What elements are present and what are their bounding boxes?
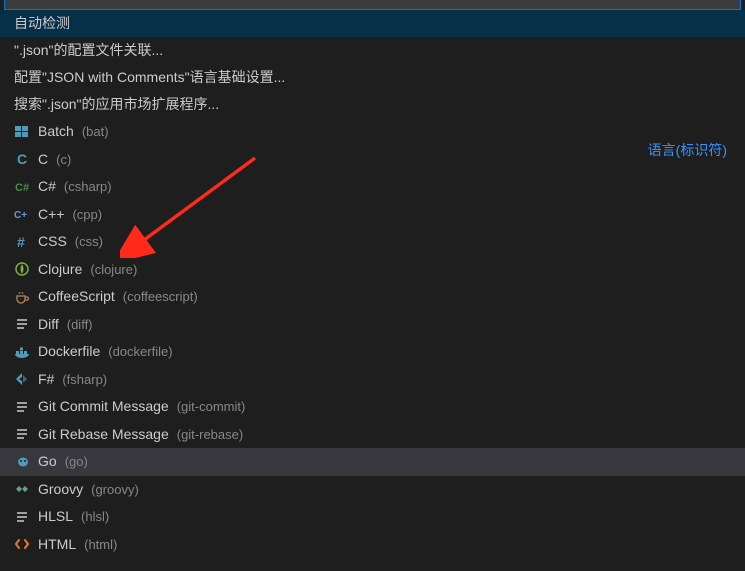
language-id: (diff) — [67, 311, 93, 339]
language-item-git-rebase[interactable]: Git Rebase Message (git-rebase) — [0, 421, 745, 449]
coffee-icon — [14, 289, 30, 305]
lines-icon — [14, 316, 30, 332]
docker-icon — [14, 344, 30, 360]
menu-label: 配置"JSON with Comments"语言基础设置... — [14, 69, 285, 85]
language-id: (dockerfile) — [108, 338, 172, 366]
language-name: CoffeeScript — [38, 283, 115, 311]
language-name: Clojure — [38, 256, 82, 284]
header-language-label: 语言(标识符) — [648, 140, 727, 160]
language-item-coffeescript[interactable]: CoffeeScript (coffeescript) — [0, 283, 745, 311]
language-item-css[interactable]: # CSS (css) — [0, 228, 745, 256]
svg-text:#: # — [17, 234, 25, 250]
language-item-hlsl[interactable]: HLSL (hlsl) — [0, 503, 745, 531]
svg-text:C#: C# — [15, 182, 29, 194]
language-name: Batch — [38, 118, 74, 146]
language-item-fsharp[interactable]: F# (fsharp) — [0, 366, 745, 394]
language-id: (coffeescript) — [123, 283, 198, 311]
language-id: (html) — [84, 531, 117, 559]
language-item-dockerfile[interactable]: Dockerfile (dockerfile) — [0, 338, 745, 366]
menu-label: 自动检测 — [14, 15, 70, 31]
language-item-go[interactable]: Go (go) — [0, 448, 745, 476]
lines-icon — [14, 399, 30, 415]
language-name: HTML — [38, 531, 76, 559]
groovy-icon — [14, 481, 30, 497]
menu-label: ".json"的配置文件关联... — [14, 42, 163, 58]
language-id: (fsharp) — [62, 366, 107, 394]
menu-label: 搜索".json"的应用市场扩展程序... — [14, 96, 219, 112]
svg-text:C: C — [17, 151, 27, 167]
language-id: (groovy) — [91, 476, 139, 504]
language-name: HLSL — [38, 503, 73, 531]
language-id: (clojure) — [90, 256, 137, 284]
language-item-csharp[interactable]: C# C# (csharp) — [0, 173, 745, 201]
language-name: Diff — [38, 311, 59, 339]
hash-icon: # — [14, 234, 30, 250]
language-item-bat[interactable]: Batch (bat) — [0, 118, 745, 146]
language-item-groovy[interactable]: Groovy (groovy) — [0, 476, 745, 504]
letter-c-icon: C — [14, 151, 30, 167]
go-icon — [14, 454, 30, 470]
language-name: F# — [38, 366, 54, 394]
clojure-icon — [14, 261, 30, 277]
language-name: CSS — [38, 228, 67, 256]
language-item-git-commit[interactable]: Git Commit Message (git-commit) — [0, 393, 745, 421]
language-id: (git-commit) — [177, 393, 246, 421]
menu-search-marketplace[interactable]: 搜索".json"的应用市场扩展程序... — [0, 91, 745, 118]
language-item-c[interactable]: CC (c) — [0, 146, 745, 174]
language-id: (csharp) — [64, 173, 112, 201]
language-id: (hlsl) — [81, 503, 109, 531]
menu-configure-association[interactable]: ".json"的配置文件关联... — [0, 37, 745, 64]
menu-configure-basics[interactable]: 配置"JSON with Comments"语言基础设置... — [0, 64, 745, 91]
windows-icon — [14, 124, 30, 140]
language-id: (go) — [65, 448, 88, 476]
svg-text:C+: C+ — [14, 210, 27, 221]
language-name: C++ — [38, 201, 64, 229]
csharp-icon: C# — [14, 179, 30, 195]
language-list: Batch(bat)CC(c)C#C#(csharp)C+C++(cpp)#CS… — [0, 118, 745, 558]
menu-auto-detect[interactable]: 自动检测 — [0, 10, 745, 37]
language-name: Git Commit Message — [38, 393, 169, 421]
language-item-html[interactable]: HTML (html) — [0, 531, 745, 559]
language-id: (cpp) — [72, 201, 102, 229]
language-item-diff[interactable]: Diff (diff) — [0, 311, 745, 339]
language-item-clojure[interactable]: Clojure (clojure) — [0, 256, 745, 284]
language-name: C — [38, 146, 48, 174]
search-input-bar[interactable] — [4, 0, 741, 10]
language-name: C# — [38, 173, 56, 201]
language-id: (git-rebase) — [177, 421, 243, 449]
fsharp-icon — [14, 371, 30, 387]
language-name: Git Rebase Message — [38, 421, 169, 449]
language-id: (bat) — [82, 118, 109, 146]
language-id: (c) — [56, 146, 71, 174]
language-id: (css) — [75, 228, 103, 256]
language-name: Groovy — [38, 476, 83, 504]
lines-icon — [14, 509, 30, 525]
code-icon — [14, 536, 30, 552]
lines-icon — [14, 426, 30, 442]
language-item-cpp[interactable]: C+ C++ (cpp) — [0, 201, 745, 229]
cpp-icon: C+ — [14, 206, 30, 222]
language-name: Dockerfile — [38, 338, 100, 366]
language-name: Go — [38, 448, 57, 476]
